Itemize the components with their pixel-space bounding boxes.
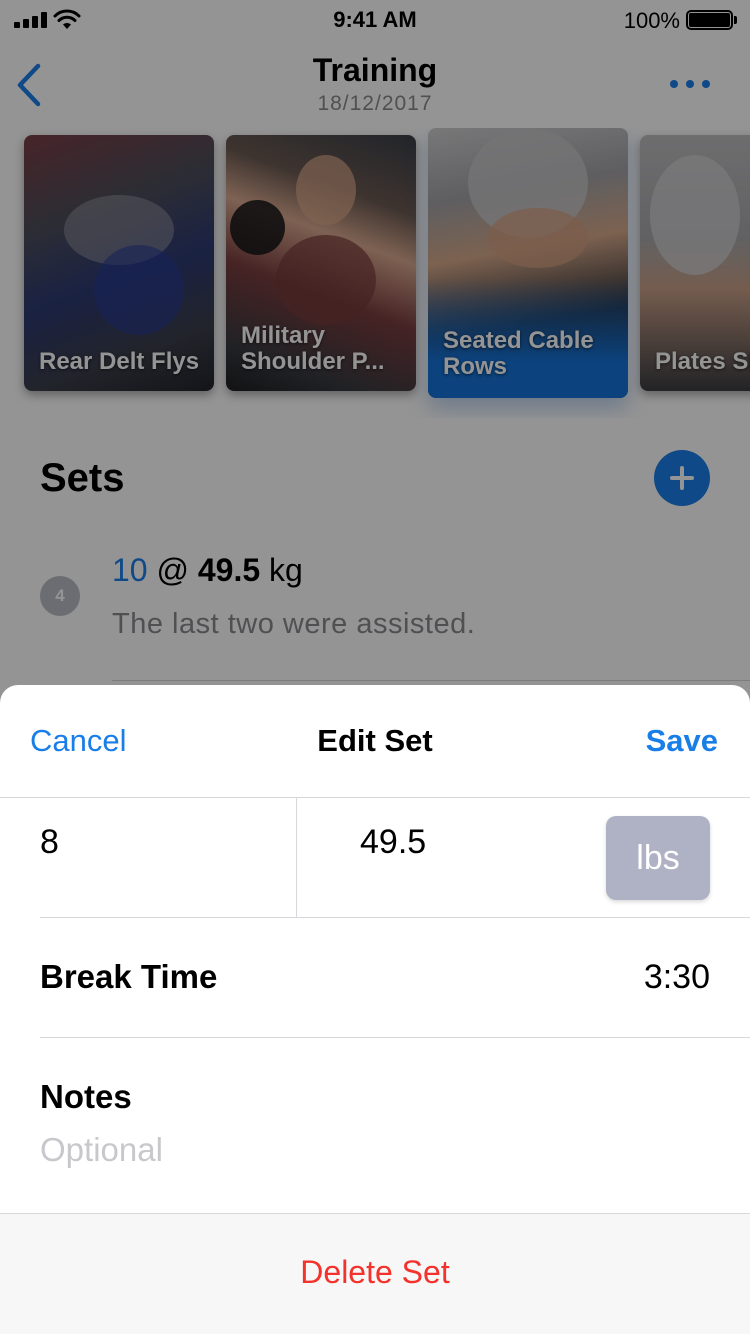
unit-toggle-button[interactable]: lbs [606,816,710,900]
sheet-title: Edit Set [317,723,433,758]
save-button[interactable]: Save [646,723,718,759]
weight-field[interactable] [360,823,560,862]
divider [40,917,750,918]
notes-label: Notes [40,1078,132,1115]
edit-set-sheet: Cancel Edit Set Save lbs Break Time 3:30… [0,685,750,1334]
notes-field[interactable] [40,1131,700,1169]
break-time-value[interactable]: 3:30 [644,958,710,997]
reps-field[interactable] [40,823,280,862]
sheet-header: Cancel Edit Set Save [0,685,750,797]
delete-set-button[interactable]: Delete Set [0,1254,750,1291]
divider [296,797,297,917]
divider [0,797,750,798]
delete-section: Delete Set [0,1213,750,1334]
divider [40,1037,750,1038]
break-time-label: Break Time [40,958,218,995]
